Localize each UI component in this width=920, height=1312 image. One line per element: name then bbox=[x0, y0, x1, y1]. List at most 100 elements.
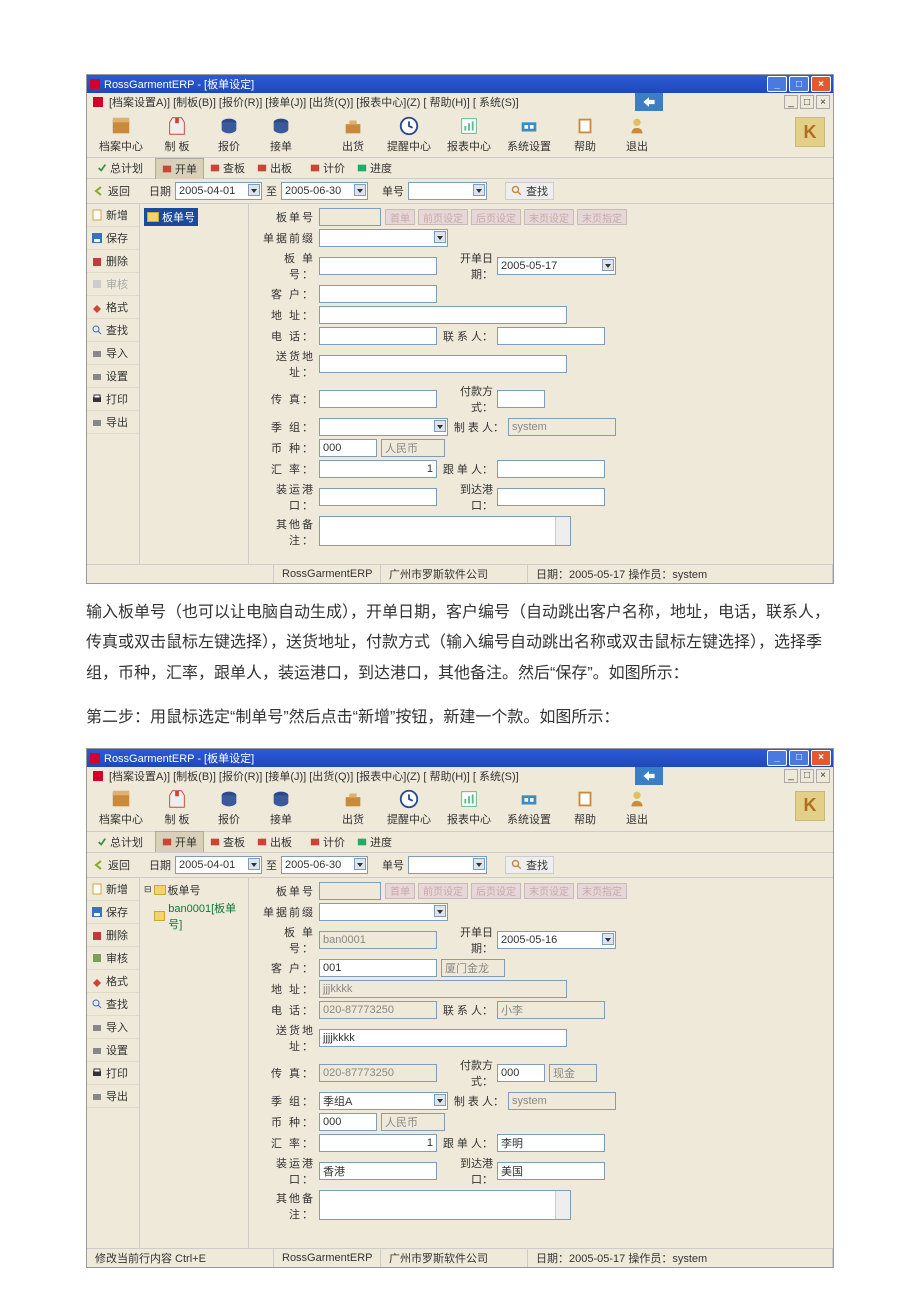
tb2-quote[interactable]: 报价 bbox=[203, 786, 255, 829]
f-zhuangyun[interactable] bbox=[319, 488, 437, 506]
tb-remind[interactable]: 提醒中心 bbox=[379, 113, 439, 156]
num-input[interactable] bbox=[408, 182, 487, 200]
f2-gendan[interactable]: 李明 bbox=[497, 1134, 605, 1152]
pill-next[interactable]: 后页设定 bbox=[471, 209, 521, 225]
tb-archive[interactable]: 档案中心 bbox=[91, 113, 151, 156]
pill-prev[interactable]: 前页设定 bbox=[418, 209, 468, 225]
mdi-close-2[interactable]: × bbox=[816, 769, 830, 783]
f-dizhi[interactable] bbox=[319, 306, 567, 324]
menu2-1[interactable]: [制板(B)] bbox=[173, 768, 216, 784]
f2-songhuo[interactable]: jjjjkkkk bbox=[319, 1029, 567, 1047]
f-daoda[interactable] bbox=[497, 488, 605, 506]
mdi-close[interactable]: × bbox=[816, 95, 830, 109]
pill-last[interactable]: 末页设定 bbox=[524, 209, 574, 225]
minimize-button-2[interactable]: _ bbox=[767, 750, 787, 766]
menu2-7[interactable]: [ 系统(S)] bbox=[473, 768, 519, 784]
tab2-price[interactable]: 计价 bbox=[304, 832, 351, 852]
tb-ship[interactable]: 出货 bbox=[327, 113, 379, 156]
mdi-max[interactable]: □ bbox=[800, 95, 814, 109]
menu-help[interactable]: [ 帮助(H)] bbox=[423, 94, 469, 110]
f-jizu[interactable] bbox=[319, 418, 448, 436]
date-to[interactable]: 2005-06-30 bbox=[281, 182, 368, 200]
f2-huilv[interactable]: 1 bbox=[319, 1134, 437, 1152]
menu2-6[interactable]: [ 帮助(H)] bbox=[423, 768, 469, 784]
f2-beizhu[interactable] bbox=[319, 1190, 571, 1220]
f-prefix[interactable] bbox=[319, 229, 448, 247]
tree2-root[interactable]: 板单号 bbox=[168, 882, 201, 898]
f-kaidan[interactable]: 2005-05-17 bbox=[497, 257, 616, 275]
minimize-button[interactable]: _ bbox=[767, 76, 787, 92]
f-gendan[interactable] bbox=[497, 460, 605, 478]
sb-settings[interactable]: 设置 bbox=[87, 365, 139, 388]
tree-root[interactable]: 板单号 bbox=[144, 208, 198, 226]
tab2-progress[interactable]: 进度 bbox=[351, 832, 398, 852]
sb-delete[interactable]: 删除 bbox=[87, 250, 139, 273]
sb-export[interactable]: 导出 bbox=[87, 411, 139, 434]
menu-report[interactable]: [报表中心](Z) bbox=[356, 94, 420, 110]
tab-progress[interactable]: 进度 bbox=[351, 158, 398, 178]
tab-open[interactable]: 开单 bbox=[155, 158, 204, 179]
f-kehu[interactable] bbox=[319, 285, 437, 303]
tb2-remind[interactable]: 提醒中心 bbox=[379, 786, 439, 829]
tab-plan[interactable]: 总计划 bbox=[91, 158, 149, 178]
pill2-2[interactable]: 前页设定 bbox=[418, 883, 468, 899]
tab2-open[interactable]: 开单 bbox=[155, 831, 204, 852]
maximize-button[interactable]: □ bbox=[789, 76, 809, 92]
menu-archive[interactable]: [档案设置A)] bbox=[109, 94, 170, 110]
close-button-2[interactable]: × bbox=[811, 750, 831, 766]
f2-daoda[interactable]: 美国 bbox=[497, 1162, 605, 1180]
tb2-help[interactable]: 帮助 bbox=[559, 786, 611, 829]
f-lianxi[interactable] bbox=[497, 327, 605, 345]
tb2-ship[interactable]: 出货 bbox=[327, 786, 379, 829]
sb2-find[interactable]: 查找 bbox=[87, 993, 139, 1016]
tb-quote[interactable]: 报价 bbox=[203, 113, 255, 156]
f-bdh[interactable] bbox=[319, 257, 437, 275]
tb-order[interactable]: 接单 bbox=[255, 113, 307, 156]
tb-exit[interactable]: 退出 bbox=[611, 113, 663, 156]
sb-audit[interactable]: 审核 bbox=[87, 273, 139, 296]
sb2-settings[interactable]: 设置 bbox=[87, 1039, 139, 1062]
menu-order[interactable]: [接单(J)] bbox=[265, 94, 306, 110]
search-button[interactable]: 查找 bbox=[505, 182, 554, 200]
tab2-out[interactable]: 出板 bbox=[251, 832, 298, 852]
sb-format[interactable]: 格式 bbox=[87, 296, 139, 319]
tb2-archive[interactable]: 档案中心 bbox=[91, 786, 151, 829]
tb-report[interactable]: 报表中心 bbox=[439, 113, 499, 156]
pill2-4[interactable]: 末页设定 bbox=[524, 883, 574, 899]
back-button[interactable]: 返回 bbox=[93, 183, 145, 199]
mdi-min-2[interactable]: _ bbox=[784, 769, 798, 783]
date-from[interactable]: 2005-04-01 bbox=[175, 182, 262, 200]
date-from-2[interactable]: 2005-04-01 bbox=[175, 856, 262, 874]
tab-check[interactable]: 查板 bbox=[204, 158, 251, 178]
tb-help[interactable]: 帮助 bbox=[559, 113, 611, 156]
menu2-2[interactable]: [报价(R)] bbox=[219, 768, 262, 784]
f-huilv[interactable]: 1 bbox=[319, 460, 437, 478]
pill2-3[interactable]: 后页设定 bbox=[471, 883, 521, 899]
menu2-3[interactable]: [接单(J)] bbox=[265, 768, 306, 784]
sb-find[interactable]: 查找 bbox=[87, 319, 139, 342]
f-dianhua[interactable] bbox=[319, 327, 437, 345]
f2-prefix[interactable] bbox=[319, 903, 448, 921]
tb2-make[interactable]: 制 板 bbox=[151, 786, 203, 829]
tab2-check[interactable]: 查板 bbox=[204, 832, 251, 852]
sb-print[interactable]: 打印 bbox=[87, 388, 139, 411]
menu2-5[interactable]: [报表中心](Z) bbox=[356, 768, 420, 784]
sb2-new[interactable]: 新增 bbox=[87, 878, 139, 901]
pill2-5[interactable]: 末页指定 bbox=[577, 883, 627, 899]
search-button-2[interactable]: 查找 bbox=[505, 856, 554, 874]
tb-settings[interactable]: 系统设置 bbox=[499, 113, 559, 156]
sb2-save[interactable]: 保存 bbox=[87, 901, 139, 924]
tab-price[interactable]: 计价 bbox=[304, 158, 351, 178]
sb2-export[interactable]: 导出 bbox=[87, 1085, 139, 1108]
tb2-report[interactable]: 报表中心 bbox=[439, 786, 499, 829]
menu-quote[interactable]: [报价(R)] bbox=[219, 94, 262, 110]
date-to-2[interactable]: 2005-06-30 bbox=[281, 856, 368, 874]
sb2-delete[interactable]: 删除 bbox=[87, 924, 139, 947]
close-button[interactable]: × bbox=[811, 76, 831, 92]
maximize-button-2[interactable]: □ bbox=[789, 750, 809, 766]
tb2-order[interactable]: 接单 bbox=[255, 786, 307, 829]
tb-make[interactable]: 制 板 bbox=[151, 113, 203, 156]
f2-bizhong[interactable]: 000 bbox=[319, 1113, 377, 1131]
f-bizhong[interactable]: 000 bbox=[319, 439, 377, 457]
f2-fukuan[interactable]: 000 bbox=[497, 1064, 545, 1082]
